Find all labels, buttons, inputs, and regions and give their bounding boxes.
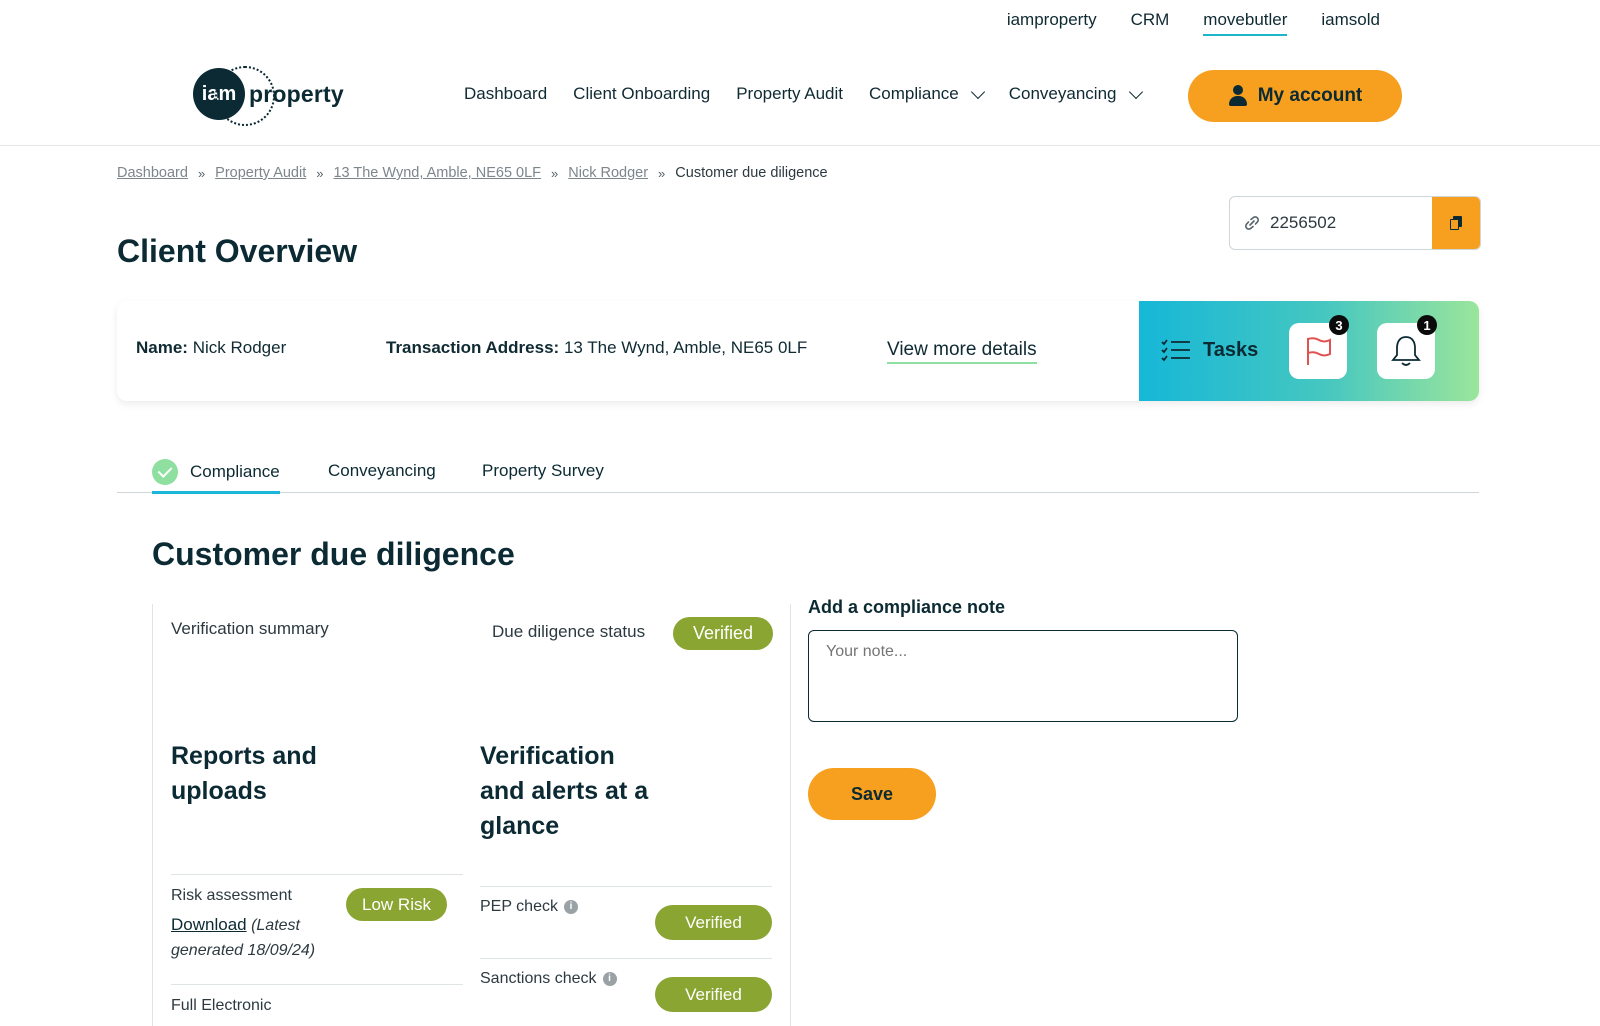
reports-heading-line: uploads	[171, 777, 267, 805]
breadcrumb-client[interactable]: Nick Rodger	[568, 165, 648, 181]
bell-icon	[1391, 336, 1421, 366]
service-tabs: Compliance Conveyancing Property Survey	[117, 452, 1479, 494]
tab-conveyancing-label: Conveyancing	[328, 461, 436, 480]
transaction-address: Transaction Address: 13 The Wynd, Amble,…	[386, 338, 807, 358]
copy-icon	[1450, 216, 1462, 230]
latest-generated-note: (Latest	[251, 917, 300, 934]
verification-heading: Verification and alerts at a glance	[480, 739, 648, 844]
logo[interactable]: iam property	[193, 66, 344, 126]
pep-status-badge: Verified	[655, 905, 772, 940]
nav-dashboard-label: Dashboard	[464, 84, 548, 103]
info-icon[interactable]: i	[602, 971, 617, 986]
flag-count-badge: 3	[1329, 315, 1349, 335]
breadcrumb-separator: »	[316, 165, 324, 181]
verification-summary-label: Verification summary	[171, 619, 329, 638]
download-link[interactable]: Download	[171, 915, 247, 934]
save-button[interactable]: Save	[808, 768, 936, 820]
nav-conveyancing-dropdown[interactable]: Conveyancing	[1008, 84, 1143, 104]
nav-client-onboarding-label: Client Onboarding	[573, 84, 711, 103]
transaction-address-label: Transaction Address:	[386, 338, 560, 357]
panel-left-border	[152, 604, 153, 1026]
tab-property-survey-label: Property Survey	[482, 461, 604, 480]
my-account-button[interactable]: My account	[1188, 70, 1402, 122]
pep-check-label: PEP check i	[480, 898, 578, 916]
check-circle-icon	[152, 458, 178, 485]
page-title: Client Overview	[117, 233, 358, 269]
site-header: iam property Dashboard Client Onboarding…	[0, 0, 1600, 146]
breadcrumb-dashboard[interactable]: Dashboard	[117, 165, 188, 181]
verification-heading-line: and alerts at a	[480, 777, 649, 805]
view-more-details-link[interactable]: View more details	[887, 339, 1037, 364]
notifications-button[interactable]: 1	[1377, 315, 1437, 379]
client-name: Name: Nick Rodger	[136, 338, 286, 358]
sanctions-check-label: Sanctions check i	[480, 970, 617, 988]
breadcrumb-address[interactable]: 13 The Wynd, Amble, NE65 0LF	[333, 165, 541, 181]
divider	[171, 984, 463, 985]
verification-heading-line: glance	[480, 812, 560, 840]
client-name-label: Name:	[136, 338, 188, 357]
user-icon	[1228, 85, 1248, 107]
verification-heading-line: Verification	[480, 742, 615, 770]
section-title: Customer due diligence	[152, 536, 515, 572]
nav-property-audit-label: Property Audit	[736, 84, 843, 103]
my-account-label: My account	[1257, 85, 1363, 106]
due-diligence-status-badge: Verified	[673, 617, 773, 650]
risk-assessment-label: Risk assessment	[171, 887, 292, 904]
sanctions-status-badge: Verified	[655, 977, 772, 1012]
compliance-note-label: Add a compliance note	[808, 597, 1006, 617]
nav-compliance-dropdown[interactable]: Compliance	[868, 84, 985, 104]
breadcrumb-current: Customer due diligence	[675, 165, 828, 181]
tasks-button[interactable]: Tasks	[1161, 338, 1258, 362]
pep-check-text: PEP check	[480, 898, 558, 915]
task-list-icon	[1161, 339, 1190, 362]
nav-compliance-label: Compliance	[868, 84, 959, 103]
flag-icon	[1307, 337, 1331, 365]
info-icon[interactable]: i	[563, 899, 578, 914]
risk-level-badge: Low Risk	[346, 888, 447, 921]
risk-report-download: Download (Latest generated 18/09/24)	[171, 912, 315, 963]
chevron-down-icon	[970, 84, 985, 99]
reference-id-value[interactable]: 2256502	[1270, 213, 1336, 233]
nav-property-audit[interactable]: Property Audit	[736, 84, 843, 104]
logo-text: property	[249, 80, 344, 107]
flags-button[interactable]: 3	[1289, 315, 1349, 379]
latest-generated-note: generated 18/09/24)	[171, 942, 316, 959]
nav-dashboard[interactable]: Dashboard	[464, 84, 547, 104]
reference-id-box: 2256502	[1229, 196, 1481, 250]
link-icon	[1245, 216, 1259, 230]
reports-heading: Reports and uploads	[171, 739, 317, 809]
breadcrumb-separator: »	[658, 165, 666, 181]
nav-client-onboarding[interactable]: Client Onboarding	[573, 84, 710, 104]
breadcrumb-property-audit[interactable]: Property Audit	[215, 165, 306, 181]
tasks-label: Tasks	[1203, 338, 1259, 361]
transaction-address-value: 13 The Wynd, Amble, NE65 0LF	[563, 338, 808, 357]
tasks-panel: Tasks 3 1	[1139, 301, 1479, 401]
tab-conveyancing[interactable]: Conveyancing	[328, 452, 436, 490]
client-name-value: Nick Rodger	[192, 338, 287, 357]
due-diligence-status-label: Due diligence status	[492, 622, 646, 641]
panel-divider	[790, 604, 791, 1026]
divider	[480, 886, 772, 887]
tab-property-survey[interactable]: Property Survey	[482, 452, 604, 490]
reports-heading-line: Reports and	[171, 742, 317, 770]
full-electronic-label: Full Electronic	[171, 997, 272, 1014]
tab-compliance-label: Compliance	[190, 461, 280, 481]
chevron-down-icon	[1128, 84, 1143, 99]
main-nav: Dashboard Client Onboarding Property Aud…	[464, 84, 1143, 104]
divider	[171, 874, 463, 875]
breadcrumb-separator: »	[551, 165, 559, 181]
breadcrumb: Dashboard » Property Audit » 13 The Wynd…	[117, 165, 828, 181]
divider	[480, 958, 772, 959]
compliance-note-input[interactable]	[808, 630, 1238, 722]
notification-count-badge: 1	[1417, 315, 1437, 335]
nav-conveyancing-label: Conveyancing	[1008, 84, 1117, 103]
tab-compliance[interactable]: Compliance	[152, 452, 280, 494]
client-info-card: Name: Nick Rodger Transaction Address: 1…	[117, 301, 1479, 401]
sanctions-check-text: Sanctions check	[480, 970, 597, 987]
breadcrumb-separator: »	[197, 165, 206, 181]
copy-button[interactable]	[1432, 197, 1480, 249]
